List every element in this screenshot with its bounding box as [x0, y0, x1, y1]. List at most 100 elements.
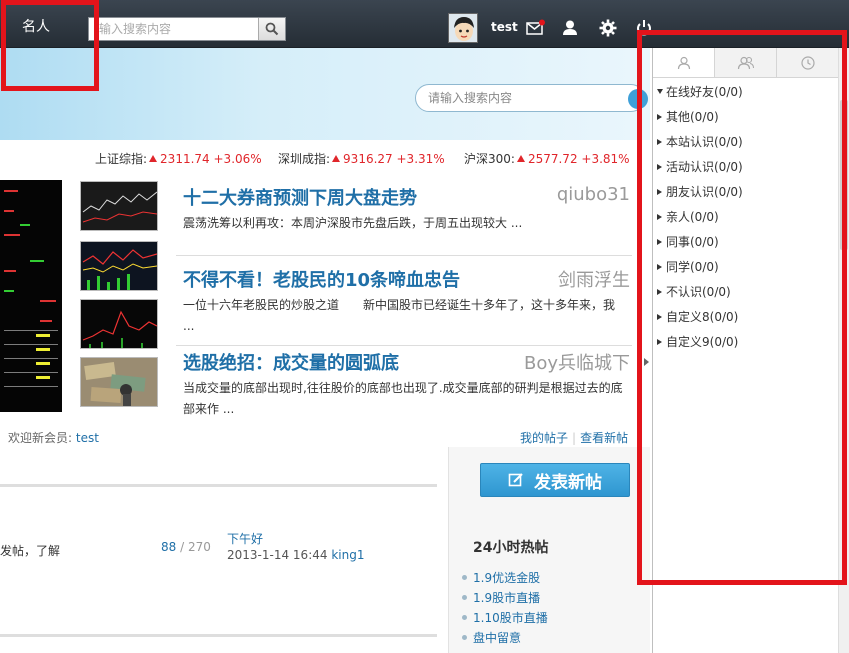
banner-search-button[interactable] [628, 89, 648, 109]
stock-screen-image[interactable] [0, 180, 62, 412]
tab-groups[interactable] [715, 48, 777, 77]
new-member-welcome: 欢迎新会员: test [8, 429, 99, 446]
index-label: 上证综指: [95, 152, 148, 166]
hot-post-link[interactable]: 盘中留意 [462, 629, 548, 649]
banner-search-box [415, 84, 648, 112]
index-value: 9316.27 [343, 152, 393, 166]
top-search-box [88, 17, 286, 41]
collapsed-arrow-icon [657, 289, 662, 295]
group-icon [737, 56, 754, 69]
expanded-arrow-icon [657, 89, 663, 94]
index-label: 深圳成指: [278, 152, 331, 166]
top-search-input[interactable] [89, 18, 259, 40]
power-icon [637, 20, 651, 36]
username-link[interactable]: test [491, 20, 518, 34]
top-search-button[interactable] [258, 18, 285, 40]
last-post-meta: 2013-1-14 16:44 king1 [227, 548, 364, 562]
buddy-group-item[interactable]: 同学(0/0) [657, 255, 743, 280]
index-shanghai[interactable]: 上证综指: 2311.74 +3.06% [95, 150, 262, 166]
clock-icon [800, 55, 815, 70]
hot-posts-list: 1.9优选金股 1.9股市直播 1.10股市直播 盘中留意 [462, 569, 548, 649]
buddy-group-item[interactable]: 自定义8(0/0) [657, 305, 743, 330]
user-avatar[interactable] [448, 13, 478, 43]
article-author[interactable]: 剑雨浮生 [558, 266, 630, 292]
user-icon [677, 56, 690, 69]
panel-collapse-arrow-icon[interactable] [644, 358, 649, 366]
article-author[interactable]: Boy兵临城下 [524, 349, 630, 375]
buddy-group-label: 同事(0/0) [666, 235, 719, 249]
article-title-link[interactable]: 选股绝招：成交量的圆弧底 [183, 349, 399, 375]
section-divider [0, 484, 437, 487]
buddy-group-item[interactable]: 其他(0/0) [657, 105, 743, 130]
buddy-group-item[interactable]: 同事(0/0) [657, 230, 743, 255]
buddy-group-list: 在线好友(0/0) 其他(0/0) 本站认识(0/0) 活动认识(0/0) 朋友… [657, 80, 743, 355]
banner-search-input[interactable] [416, 85, 616, 111]
buddy-group-item[interactable]: 本站认识(0/0) [657, 130, 743, 155]
profile-button[interactable] [560, 18, 580, 38]
hot-post-link[interactable]: 1.10股市直播 [462, 609, 548, 629]
brand-link[interactable]: 名人 [22, 16, 50, 36]
collapsed-arrow-icon [657, 164, 662, 170]
tab-friends[interactable] [653, 48, 715, 77]
index-value: 2577.72 [527, 152, 578, 166]
new-post-label: 发表新帖 [534, 472, 602, 493]
reply-count: 88 [161, 540, 177, 554]
tab-recent[interactable] [777, 48, 839, 77]
index-value: 2311.74 [160, 152, 210, 166]
settings-button[interactable] [598, 18, 618, 38]
index-shenzhen[interactable]: 深圳成指: 9316.27 +3.31% [278, 150, 445, 166]
article-thumbnail[interactable] [80, 181, 158, 231]
thread-title-link[interactable]: 发帖，了解 [0, 542, 60, 559]
article-summary: 震荡洗筹以利再攻：本周沪深股市先盘后跌，于周五出现较大 ... [183, 216, 523, 230]
welcome-label: 欢迎新会员: [8, 431, 73, 445]
collapsed-arrow-icon [657, 239, 662, 245]
view-count: 270 [187, 540, 211, 554]
article-summary: 当成交量的底部出现时,往往股价的底部也出现了.成交量底部的研判是根据过去的底部来… [183, 381, 623, 416]
collapsed-arrow-icon [657, 189, 662, 195]
scrollbar-thumb[interactable] [840, 100, 848, 250]
article-title-link[interactable]: 不得不看！老股民的10条啼血忠告 [183, 266, 460, 292]
article-thumbnail[interactable] [80, 299, 158, 349]
article-author[interactable]: qiubo31 [557, 184, 630, 205]
last-post-user-link[interactable]: king1 [331, 548, 364, 562]
article-title-link[interactable]: 十二大券商预测下周大盘走势 [183, 184, 417, 210]
search-icon [265, 22, 279, 36]
user-icon [563, 20, 577, 35]
link-divider: | [572, 431, 577, 445]
buddy-group-label: 在线好友(0/0) [666, 85, 743, 99]
post-links: 我的帖子 | 查看新帖 [520, 429, 628, 446]
new-post-button[interactable]: 发表新帖 [480, 463, 630, 497]
hot-post-link[interactable]: 1.9优选金股 [462, 569, 548, 589]
new-posts-link[interactable]: 查看新帖 [580, 431, 628, 445]
buddy-group-item[interactable]: 活动认识(0/0) [657, 155, 743, 180]
collapsed-arrow-icon [657, 139, 662, 145]
buddy-group-label: 同学(0/0) [666, 260, 719, 274]
buddy-group-item[interactable]: 朋友认识(0/0) [657, 180, 743, 205]
buddy-group-label: 朋友认识(0/0) [666, 185, 743, 199]
gear-icon [599, 19, 617, 37]
last-post-link[interactable]: 下午好 [227, 530, 263, 547]
article-thumbnail[interactable] [80, 241, 158, 291]
logout-button[interactable] [634, 18, 654, 38]
collapsed-arrow-icon [657, 214, 662, 220]
up-arrow-icon [332, 155, 341, 162]
index-change: +3.31% [396, 152, 445, 166]
index-label: 沪深300: [464, 152, 515, 166]
new-member-link[interactable]: test [76, 431, 99, 445]
buddy-group-item[interactable]: 自定义9(0/0) [657, 330, 743, 355]
messages-button[interactable] [526, 18, 546, 38]
last-post-time: 2013-1-14 16:44 [227, 548, 328, 562]
hot-post-link[interactable]: 1.9股市直播 [462, 589, 548, 609]
index-hs300[interactable]: 沪深300: 2577.72 +3.81% [464, 150, 630, 166]
index-change: +3.06% [213, 152, 262, 166]
page-scrollbar[interactable] [838, 48, 849, 653]
my-posts-link[interactable]: 我的帖子 [520, 431, 568, 445]
thread-stats: 88 / 270 [161, 540, 211, 554]
edit-icon [508, 473, 523, 487]
section-divider [0, 634, 437, 637]
buddy-group-item[interactable]: 亲人(0/0) [657, 205, 743, 230]
article-thumbnail[interactable] [80, 357, 158, 407]
buddy-group-item[interactable]: 在线好友(0/0) [657, 80, 743, 105]
buddy-group-item[interactable]: 不认识(0/0) [657, 280, 743, 305]
collapsed-arrow-icon [657, 314, 662, 320]
